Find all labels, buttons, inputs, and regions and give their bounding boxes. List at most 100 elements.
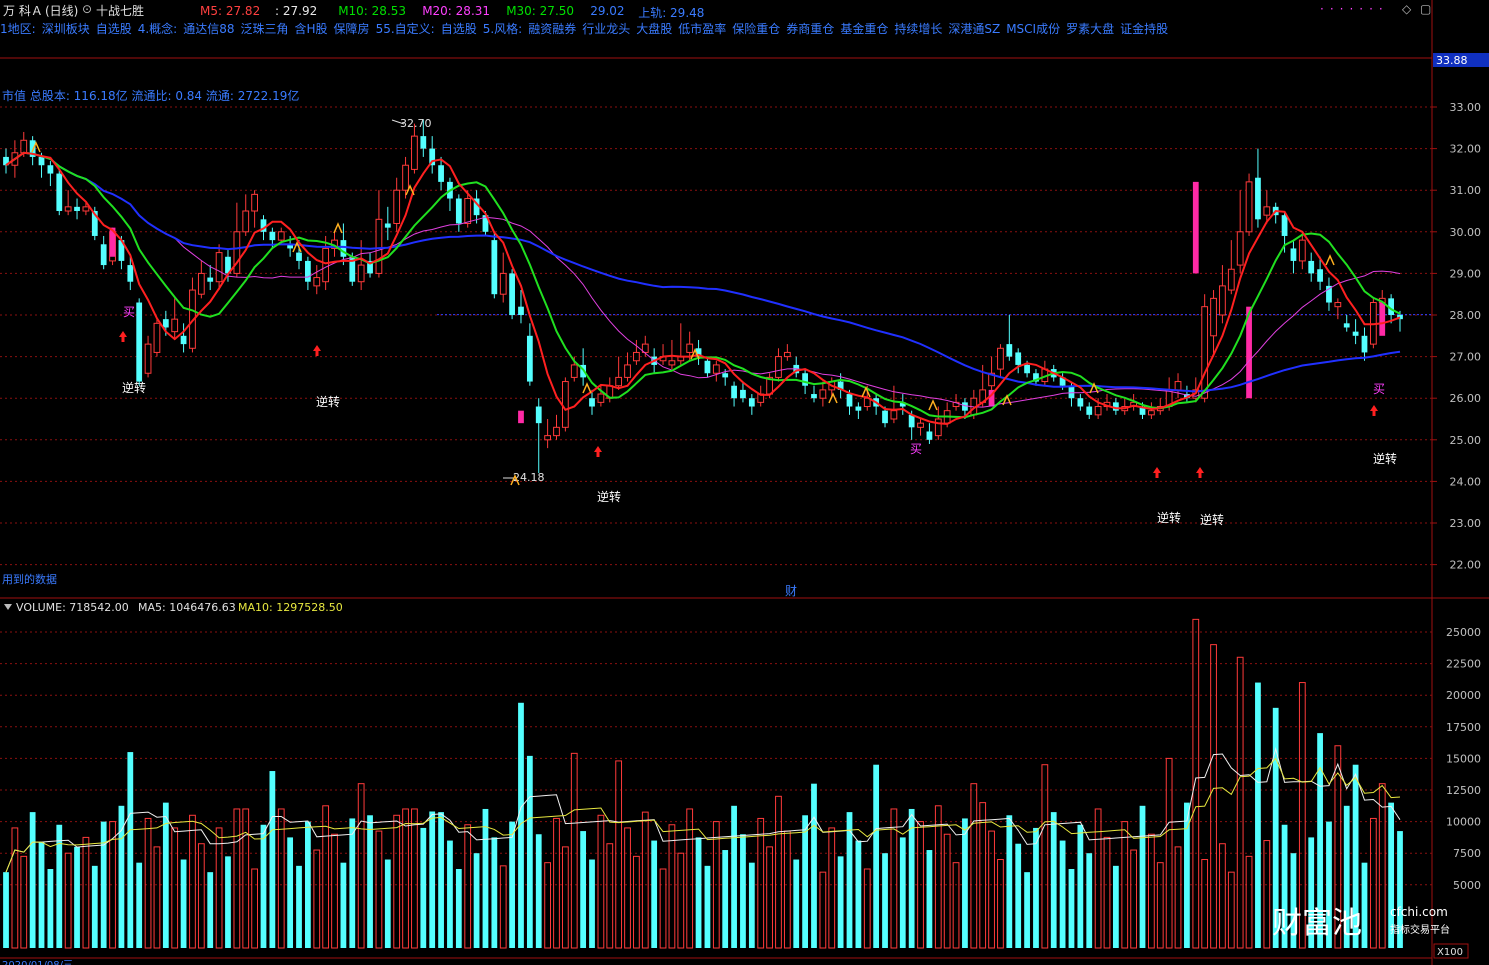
candle-body: [340, 240, 347, 257]
volume-tick-label: 22500: [1446, 658, 1481, 671]
candle-body: [1317, 269, 1323, 282]
volume-bar: [934, 805, 942, 949]
volume-bar: [926, 850, 933, 948]
reverse-signal-label: 逆转: [316, 394, 340, 409]
candle-body: [1086, 406, 1093, 415]
volume-bar: [1015, 843, 1022, 948]
volume-bar: [233, 808, 241, 949]
volume-bar: [438, 812, 444, 948]
volume-bar: [349, 818, 356, 948]
candle-body: [633, 351, 640, 362]
candle-body: [1015, 352, 1022, 365]
candle-body: [819, 389, 827, 399]
candle-body: [215, 252, 223, 283]
volume-bar: [313, 849, 321, 949]
price-tick-label: 32.00: [1450, 143, 1482, 156]
candle-body: [1068, 385, 1075, 399]
buy-arrow-icon: [1370, 405, 1378, 416]
signal-marker-icon: [928, 399, 938, 411]
candle-body: [233, 231, 241, 274]
candle-body: [313, 277, 321, 287]
volume-bar: [828, 827, 836, 949]
volume-bar: [197, 843, 205, 949]
price-tick-label: 25.00: [1450, 434, 1482, 447]
volume-bar: [375, 830, 383, 949]
volume-bar: [1050, 812, 1057, 948]
volume-bar: [207, 872, 214, 948]
candle-body: [934, 418, 942, 437]
highlight-candle: [1379, 302, 1386, 336]
candle-body: [136, 302, 143, 382]
candle-body: [1308, 260, 1315, 274]
volume-bar: [899, 837, 906, 948]
candle-body: [499, 272, 507, 295]
volume-bar: [677, 852, 685, 949]
candle-body: [1290, 248, 1297, 261]
candle-body: [686, 343, 694, 353]
candle-body: [180, 335, 187, 345]
volume-bar: [1059, 840, 1066, 948]
candle-body: [722, 373, 729, 378]
candle-body: [251, 193, 258, 212]
price-tick-label: 22.00: [1450, 559, 1482, 572]
volume-tick-label: 17500: [1446, 721, 1481, 734]
volume-bar: [731, 805, 737, 948]
volume-tick-label: 5000: [1453, 879, 1481, 892]
volume-bar: [1255, 682, 1261, 948]
candle-body: [1148, 410, 1155, 416]
candle-body: [1112, 402, 1119, 411]
candle-body: [917, 422, 924, 428]
volume-bar: [215, 827, 223, 949]
volume-bar: [970, 783, 978, 949]
candle-body: [322, 247, 330, 283]
volume-bar: [775, 795, 782, 949]
candle-body: [1006, 344, 1013, 357]
volume-bar: [943, 833, 951, 949]
volume-bar: [1361, 862, 1368, 948]
volume-bar: [251, 868, 258, 949]
buy-arrow-icon: [1153, 467, 1161, 478]
candle-body: [171, 318, 179, 333]
candle-body: [1236, 231, 1244, 266]
volume-bar: [411, 808, 418, 949]
volume-bar: [29, 812, 36, 948]
volume-bar: [100, 821, 107, 948]
volume-bar: [1006, 815, 1013, 948]
buy-signal-label: 买: [123, 305, 135, 319]
volume-ma10: MA10: 1297528.50: [238, 601, 343, 614]
candle-body: [1298, 239, 1306, 262]
candle-body: [1361, 335, 1368, 353]
buy-arrow-icon: [313, 345, 321, 356]
volume-tick-label: 7500: [1453, 847, 1481, 860]
reverse-signal-label: 逆转: [1373, 451, 1397, 466]
volume-bar: [1086, 853, 1093, 948]
highlight-candle: [1192, 181, 1199, 274]
candle-body: [242, 210, 250, 233]
volume-bar: [988, 830, 995, 949]
volume-bar: [402, 808, 409, 949]
buy-arrow-icon: [1196, 467, 1204, 478]
volume-bar: [793, 859, 800, 948]
candle-body: [47, 165, 54, 174]
candle-body: [464, 198, 472, 224]
candle-body: [615, 376, 623, 387]
volume-bar: [597, 814, 605, 949]
volume-bar: [1094, 808, 1102, 949]
reverse-signal-label: 逆转: [597, 489, 621, 504]
buy-arrow-icon: [119, 331, 127, 342]
volume-bar: [1130, 849, 1138, 949]
volume-bar: [837, 856, 844, 948]
reverse-signal-label: 逆转: [122, 380, 146, 395]
volume-bar: [757, 817, 765, 949]
candle-body: [393, 189, 401, 224]
candle-body: [882, 410, 888, 424]
volume-bar: [1219, 843, 1226, 949]
candle-body: [197, 272, 205, 295]
volume-bar: [225, 856, 231, 948]
volume-bar: [153, 846, 161, 949]
candle-body: [82, 206, 90, 212]
candle-body: [553, 426, 560, 437]
volume-tick-label: 20000: [1446, 689, 1481, 702]
candle-body: [1227, 268, 1235, 291]
volume-bar: [766, 846, 773, 949]
